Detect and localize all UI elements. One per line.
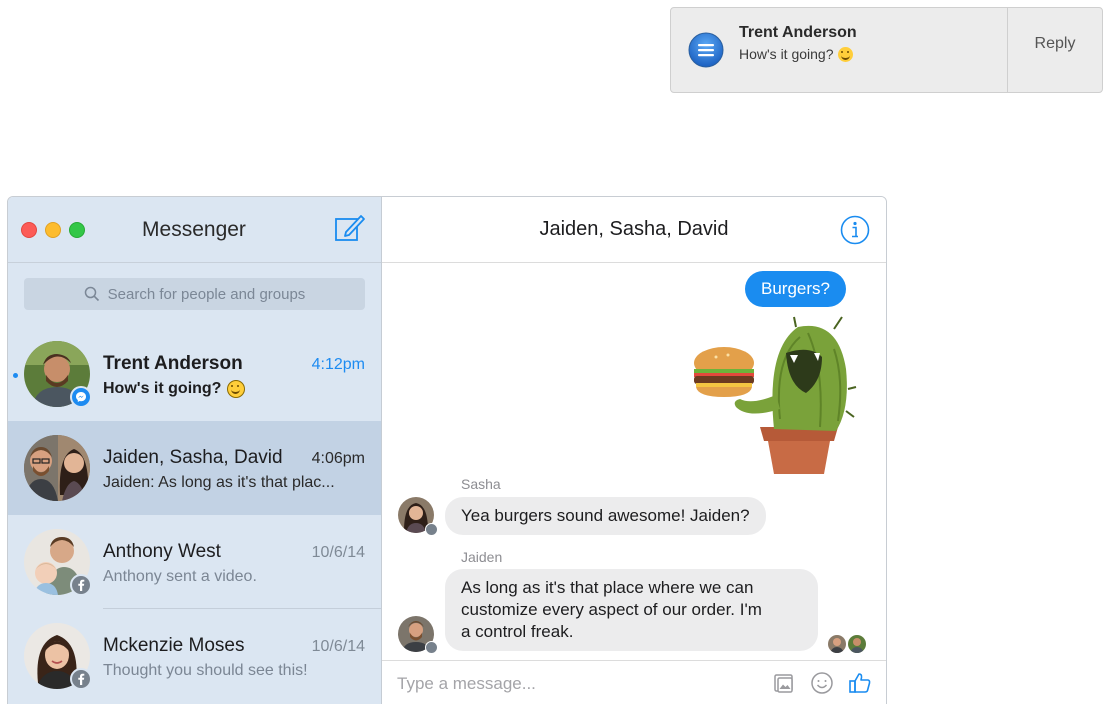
- smile-emoji-icon: [837, 46, 853, 62]
- like-icon[interactable]: [848, 671, 872, 695]
- sender-name: Jaiden: [461, 549, 503, 565]
- incoming-message-bubble: Yea burgers sound awesome! Jaiden?: [445, 497, 766, 535]
- emoji-icon[interactable]: [810, 671, 834, 695]
- maximize-window-button[interactable]: [69, 222, 85, 238]
- conversation-item[interactable]: Jaiden, Sasha, David 4:06pm Jaiden: As l…: [8, 421, 381, 515]
- sidebar: Messenger Search for people and groups T…: [8, 197, 382, 704]
- read-receipt-avatar: [848, 635, 866, 653]
- chat-title: Jaiden, Sasha, David: [539, 218, 729, 240]
- notification-content[interactable]: Trent Anderson How's it going?: [671, 8, 1007, 92]
- notification-banner[interactable]: Trent Anderson How's it going? Reply: [670, 7, 1103, 93]
- conversation-item[interactable]: Trent Anderson 4:12pm How's it going?: [8, 327, 381, 421]
- unread-indicator: [13, 373, 18, 378]
- conversation-preview: Jaiden: As long as it's that plac...: [103, 474, 335, 491]
- notification-title: Trent Anderson: [739, 24, 857, 41]
- window-controls: [21, 222, 85, 238]
- compose-icon[interactable]: [333, 211, 367, 245]
- notification-message: How's it going?: [739, 46, 834, 62]
- messenger-badge-icon: [70, 386, 92, 408]
- conversation-time: 10/6/14: [311, 638, 365, 655]
- reply-button[interactable]: Reply: [1008, 0, 1102, 92]
- search-input[interactable]: Search for people and groups: [24, 278, 365, 310]
- conversation-name: Anthony West: [103, 541, 221, 562]
- message-composer[interactable]: Type a message...: [382, 660, 886, 704]
- conversation-preview: Anthony sent a video.: [103, 568, 257, 585]
- conversation-item[interactable]: Mckenzie Moses 10/6/14 Thought you shoul…: [8, 609, 381, 703]
- conversation-preview: How's it going?: [103, 380, 222, 397]
- search-placeholder: Search for people and groups: [107, 285, 306, 303]
- chat-header: Jaiden, Sasha, David: [382, 197, 886, 263]
- conversation-name: Jaiden, Sasha, David: [103, 447, 283, 468]
- chat-pane: Jaiden, Sasha, David Burgers? Sasha Yea …: [382, 197, 886, 704]
- conversation-time: 4:06pm: [311, 450, 365, 467]
- close-window-button[interactable]: [21, 222, 37, 238]
- sender-name: Sasha: [461, 476, 501, 492]
- facebook-badge-icon: [70, 574, 92, 596]
- facebook-badge-icon: [425, 641, 438, 654]
- conversation-time: 4:12pm: [311, 356, 365, 373]
- conversation-name: Trent Anderson: [103, 353, 243, 374]
- info-icon[interactable]: [840, 215, 870, 245]
- conversation-preview: Thought you should see this!: [103, 662, 308, 679]
- read-receipt-avatar: [828, 635, 846, 653]
- cactus-burger-sticker: [688, 309, 858, 479]
- minimize-window-button[interactable]: [45, 222, 61, 238]
- messenger-window: Messenger Search for people and groups T…: [7, 196, 887, 704]
- messages-app-icon: [687, 31, 725, 69]
- facebook-badge-icon: [70, 668, 92, 690]
- group-avatar: [24, 435, 90, 501]
- facebook-badge-icon: [425, 523, 438, 536]
- search-icon: [84, 286, 100, 302]
- incoming-message-bubble: As long as it's that place where we can …: [445, 569, 818, 651]
- message-line: As long as it's that place where we can: [461, 578, 754, 597]
- conversation-name: Mckenzie Moses: [103, 635, 245, 656]
- message-line: customize every aspect of our order. I'm: [461, 600, 762, 619]
- outgoing-message-bubble: Burgers?: [745, 271, 846, 307]
- photo-icon[interactable]: [772, 671, 796, 695]
- sidebar-header: Messenger: [8, 197, 381, 263]
- smile-emoji-icon: [227, 380, 246, 398]
- conversation-item[interactable]: Anthony West 10/6/14 Anthony sent a vide…: [8, 515, 381, 609]
- conversation-time: 10/6/14: [311, 544, 365, 561]
- message-line: a control freak.: [461, 622, 574, 641]
